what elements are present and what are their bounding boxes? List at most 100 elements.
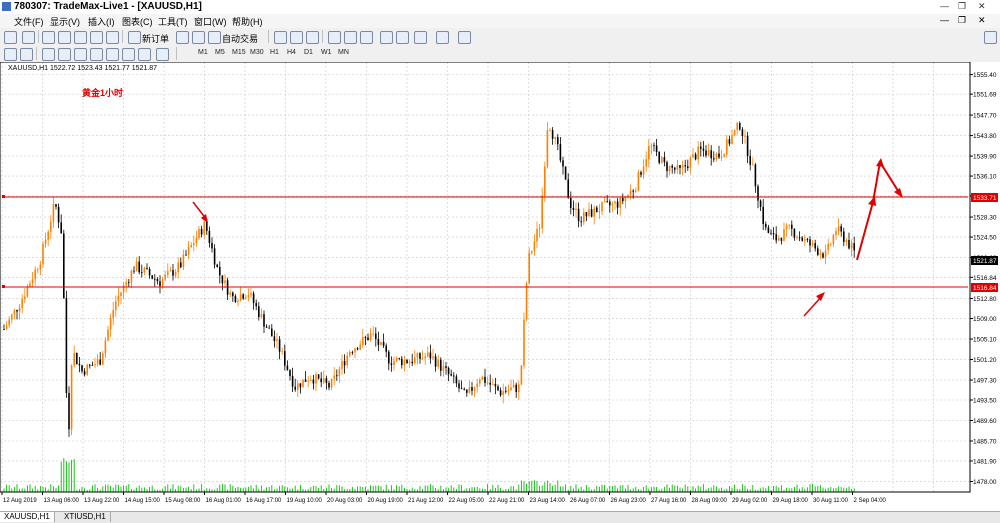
search-icon[interactable] [984, 31, 997, 44]
horizontal-line-icon[interactable] [58, 48, 71, 61]
auto-trading-button[interactable]: 自动交易 [222, 32, 258, 45]
time-tick-label: 26 Aug 07:00 [570, 498, 606, 504]
candle-body [746, 135, 749, 157]
profiles-icon[interactable] [22, 31, 35, 44]
mdi-minimize-icon[interactable]: — [940, 15, 949, 25]
candle-body [364, 336, 367, 338]
restore-icon[interactable]: ❐ [958, 1, 966, 12]
candle-body [557, 137, 559, 145]
candle-body [89, 364, 91, 366]
candle-body [499, 390, 502, 396]
candle-body [676, 165, 679, 170]
candle-body [648, 146, 650, 160]
navigator-icon[interactable] [74, 31, 87, 44]
candle-body [801, 237, 803, 241]
candlestick-icon[interactable] [290, 31, 303, 44]
candle-body [55, 204, 57, 207]
timeframe-m1[interactable]: M1 [198, 49, 208, 56]
new-order-icon[interactable] [128, 31, 141, 44]
tile-windows-icon[interactable] [360, 31, 373, 44]
support-line-handle[interactable] [2, 285, 5, 288]
terminal-icon[interactable] [90, 31, 103, 44]
candle-body [697, 146, 699, 160]
timeframe-h1[interactable]: H1 [270, 49, 279, 56]
trendline-icon[interactable] [74, 48, 87, 61]
candle-body [741, 129, 744, 137]
candle-body [466, 389, 468, 393]
timeframe-d1[interactable]: D1 [304, 49, 313, 56]
candle-body [50, 221, 52, 232]
close-icon[interactable]: ✕ [978, 1, 986, 12]
candle-body [585, 212, 588, 217]
menu-view[interactable]: 显示(V) [50, 15, 80, 28]
indicators-icon[interactable] [414, 31, 427, 44]
text-icon[interactable] [122, 48, 135, 61]
candle-body [169, 270, 172, 272]
timeframe-m15[interactable]: M15 [232, 49, 246, 56]
candle-body [471, 387, 473, 391]
menu-window[interactable]: 窗口(W) [194, 15, 227, 28]
support-price-label: 1516.84 [973, 285, 997, 292]
auto-trading-icon[interactable] [208, 31, 221, 44]
price-chart[interactable]: XAUUSD,H1 1522.72 1523.43 1521.77 1521.8… [0, 61, 1000, 511]
timeframe-mn[interactable]: MN [338, 49, 349, 56]
candle-body [395, 357, 398, 361]
timeframe-m5[interactable]: M5 [215, 49, 225, 56]
timeframe-m30[interactable]: M30 [250, 49, 264, 56]
chart-shift-icon[interactable] [396, 31, 409, 44]
mdi-restore-icon[interactable]: ❐ [958, 15, 966, 26]
tab-xauusd[interactable]: XAUUSD,H1 [0, 512, 55, 522]
bar-chart-icon[interactable] [274, 31, 287, 44]
mdi-close-icon[interactable]: ✕ [978, 15, 986, 26]
market-watch-icon[interactable] [42, 31, 55, 44]
price-tick-label: 1547.70 [973, 113, 997, 120]
candle-body [94, 364, 96, 366]
time-tick-label: 2 Sep 04:00 [854, 498, 887, 504]
candle-body [679, 165, 681, 168]
arrows-icon[interactable] [156, 48, 169, 61]
equidistant-channel-icon[interactable] [90, 48, 103, 61]
candle-body [377, 338, 380, 345]
candle-body [143, 268, 146, 273]
candle-body [42, 243, 44, 265]
templates-icon[interactable] [458, 31, 471, 44]
fibonacci-icon[interactable] [106, 48, 119, 61]
line-chart-icon[interactable] [306, 31, 319, 44]
candle-body [681, 165, 684, 168]
candle-body [588, 209, 590, 217]
new-order-button[interactable]: 新订单 [142, 32, 169, 45]
zoom-in-icon[interactable] [328, 31, 341, 44]
candle-body [109, 317, 112, 330]
auto-scroll-icon[interactable] [380, 31, 393, 44]
resistance-line-handle[interactable] [2, 195, 5, 198]
menu-file[interactable]: 文件(F) [14, 15, 44, 28]
menu-tools[interactable]: 工具(T) [158, 15, 188, 28]
time-tick-label: 13 Aug 06:00 [44, 498, 80, 504]
options-icon[interactable] [192, 31, 205, 44]
tab-xtiusd[interactable]: XTIUSD,H1 [60, 512, 111, 522]
crosshair-icon[interactable] [20, 48, 33, 61]
timeframe-h4[interactable]: H4 [287, 49, 296, 56]
data-window-icon[interactable] [58, 31, 71, 44]
arrow-up-head [816, 292, 825, 301]
cursor-icon[interactable] [4, 48, 17, 61]
chart-window[interactable]: XAUUSD,H1 1522.72 1523.43 1521.77 1521.8… [0, 61, 1000, 511]
vertical-line-icon[interactable] [42, 48, 55, 61]
menu-help[interactable]: 帮助(H) [232, 15, 263, 28]
candle-body [783, 229, 785, 241]
menu-charts[interactable]: 图表(C) [122, 15, 153, 28]
menu-insert[interactable]: 插入(I) [88, 15, 115, 28]
time-tick-label: 13 Aug 22:00 [84, 498, 120, 504]
minimize-icon[interactable]: — [940, 1, 949, 11]
zoom-out-icon[interactable] [344, 31, 357, 44]
metaeditor-icon[interactable] [176, 31, 189, 44]
time-axis: 12 Aug 2019 13 Aug 06:00 13 Aug 22:00 14 Au… [1, 492, 887, 504]
timeframe-w1[interactable]: W1 [321, 49, 332, 56]
periods-icon[interactable] [436, 31, 449, 44]
candle-body [91, 365, 94, 366]
candle-body [362, 336, 364, 345]
candle-body [655, 145, 658, 153]
new-chart-icon[interactable] [4, 31, 17, 44]
tester-icon[interactable] [106, 31, 119, 44]
text-label-icon[interactable] [138, 48, 151, 61]
